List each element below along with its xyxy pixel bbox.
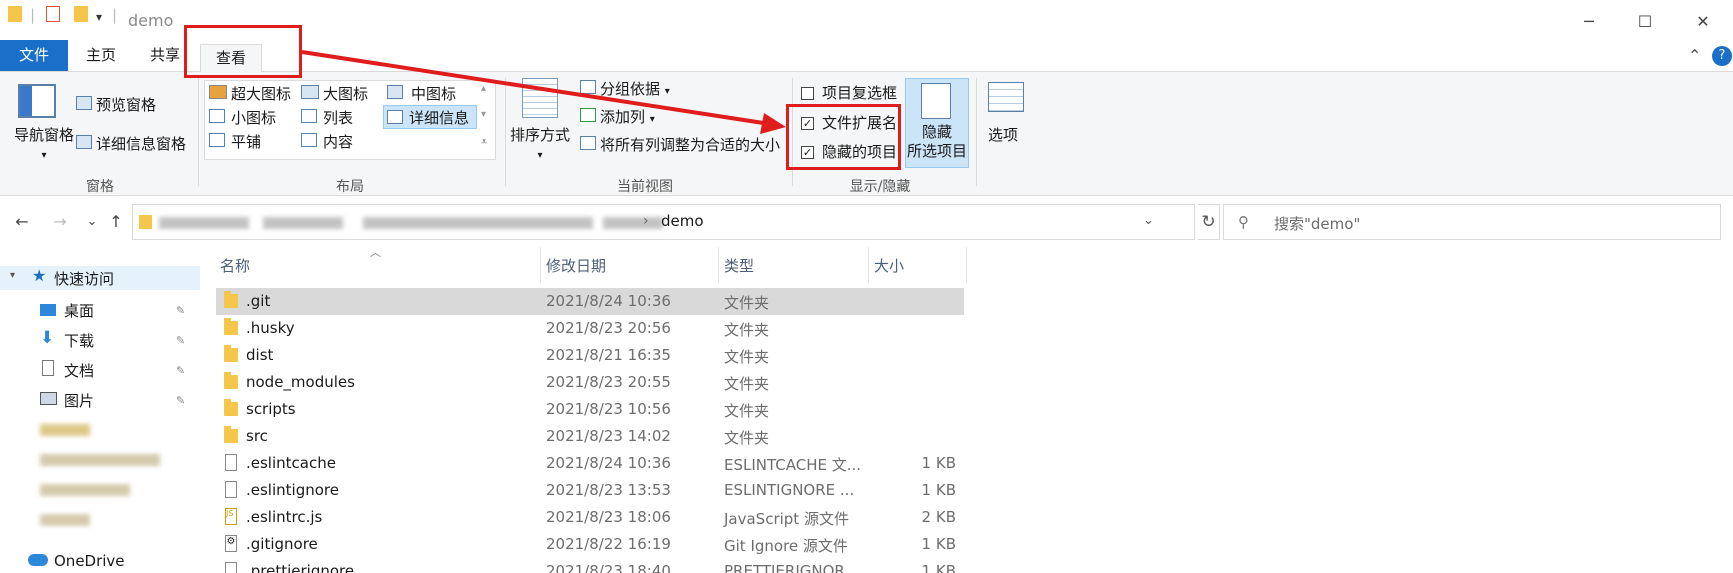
annotation-arrow-head	[760, 113, 786, 134]
file-explorer-window: | ▾ | demo ─ ☐ ✕ 文件 主页 共享 查看 ⌃ ? 导航窗格 ▾ 预…	[0, 0, 1733, 573]
annotation-arrow-line	[301, 50, 771, 126]
annotation-arrow	[301, 50, 786, 134]
